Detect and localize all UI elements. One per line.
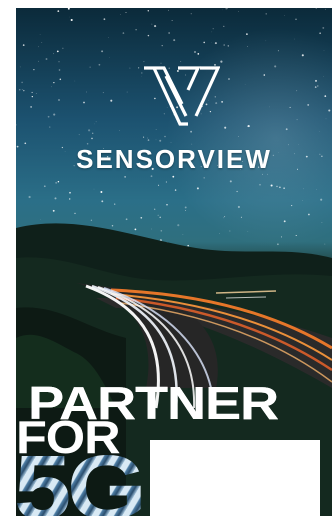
headline-line-3: 5G (16, 442, 143, 516)
brand-name: SENSORVIEW (16, 144, 332, 175)
sensorview-v-logo-icon (142, 64, 220, 130)
white-corner (150, 440, 320, 520)
